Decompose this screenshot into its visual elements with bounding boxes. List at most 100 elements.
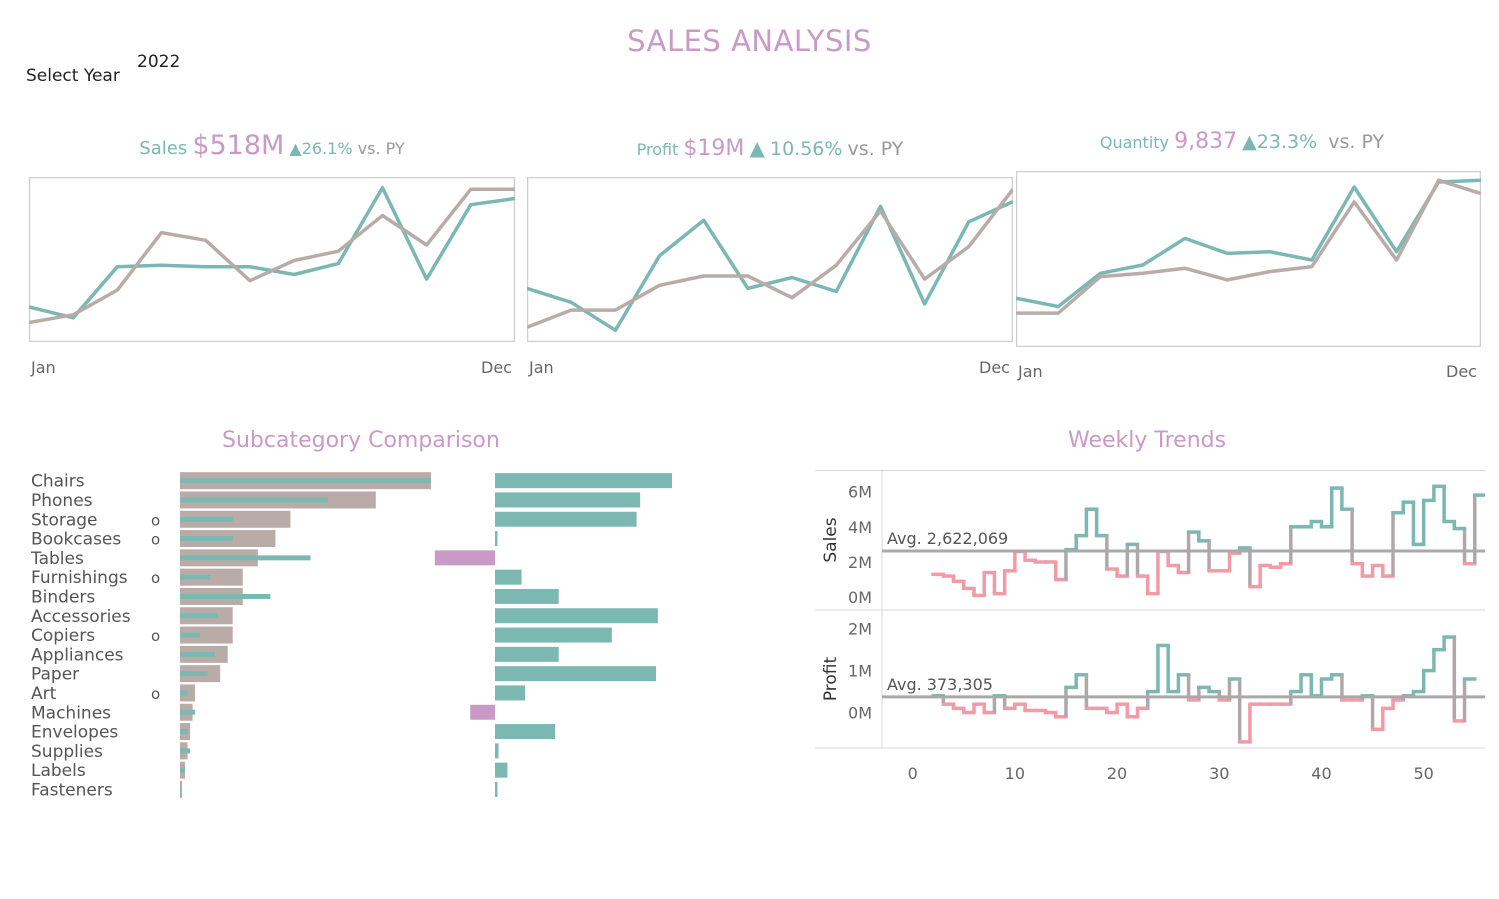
kpi-quantity-arrow-icon: ▲ — [1242, 131, 1257, 153]
profit-bar — [495, 531, 498, 547]
current-sales-bar — [180, 478, 431, 484]
subcategory-label: Bookcases — [31, 530, 121, 550]
prior-series-line — [527, 188, 1013, 329]
profit-bar — [495, 627, 612, 643]
chart-frame — [29, 177, 515, 342]
kpi-sales-change: 26.1% — [301, 139, 353, 158]
current-sales-bar — [180, 574, 211, 580]
subcategory-label: Storage — [31, 510, 98, 530]
kpi-sales-vs: vs. PY — [357, 139, 405, 158]
subcategory-label: Envelopes — [31, 723, 118, 743]
subcategory-label: Machines — [31, 703, 111, 723]
kpi-sales-value: $518M — [192, 130, 285, 161]
kpi-quantity-vs: vs. PY — [1328, 131, 1385, 153]
profit-axis-end: Dec — [979, 358, 1010, 377]
kpi-sales-arrow-icon: ▲ — [289, 139, 302, 158]
kpi-profit-label: Profit — [636, 140, 679, 159]
profit-axis-start: Jan — [529, 358, 554, 377]
sales-y-label: Sales — [821, 517, 841, 562]
sales-monthly-chart[interactable] — [29, 177, 515, 342]
quantity-monthly-chart[interactable] — [1016, 171, 1481, 347]
current-sales-bar — [180, 497, 329, 503]
profit-bar — [495, 762, 508, 778]
profit-bar — [495, 646, 559, 662]
week-x-tick: 40 — [1311, 764, 1331, 783]
sales-y-tick: 0M — [848, 588, 872, 607]
current-sales-bar — [180, 690, 188, 696]
current-sales-bar — [180, 729, 188, 735]
week-x-tick: 10 — [1005, 764, 1025, 783]
kpi-quantity: Quantity 9,837 ▲23.3% vs. PY — [970, 129, 1499, 154]
subcategory-label: Labels — [31, 761, 86, 781]
kpi-profit-vs: vs. PY — [847, 138, 904, 160]
profit-bar — [495, 666, 657, 682]
kpi-sales: Sales $518M ▲26.1% vs. PY — [0, 130, 544, 161]
sales-y-tick: 6M — [848, 483, 872, 502]
subcategory-label: Chairs — [31, 472, 85, 492]
subcategory-marker: o — [151, 685, 160, 703]
kpi-quantity-label: Quantity — [1099, 133, 1169, 152]
profit-monthly-chart[interactable] — [527, 177, 1013, 342]
subcategory-marker: o — [151, 531, 160, 549]
year-filter-label: Select Year — [26, 66, 120, 86]
profit-bar — [495, 743, 499, 759]
profit-average-label: Avg. 373,305 — [887, 675, 993, 694]
profit-y-tick: 0M — [848, 704, 872, 723]
subcategory-label: Furnishings — [31, 568, 128, 588]
current-sales-bar — [180, 516, 233, 522]
subcategory-label: Paper — [31, 665, 79, 685]
sales-axis-start: Jan — [31, 358, 56, 377]
current-sales-bar — [180, 632, 201, 638]
sales-y-tick: 2M — [848, 553, 872, 572]
subcategory-marker: o — [151, 511, 160, 529]
profit-bar — [495, 511, 637, 527]
profit-bar — [495, 724, 556, 740]
page-title: SALES ANALYSIS — [627, 24, 872, 58]
profit-bar — [495, 685, 526, 701]
quantity-axis-end: Dec — [1446, 362, 1477, 381]
year-filter-value[interactable]: 2022 — [137, 52, 180, 72]
quantity-axis-start: Jan — [1018, 362, 1043, 381]
current-sales-bar — [180, 748, 191, 754]
current-sales-bar — [180, 651, 216, 657]
subcategory-marker: o — [151, 627, 160, 645]
kpi-profit: Profit $19M ▲ 10.56% vs. PY — [498, 136, 1042, 161]
kpi-quantity-change: 23.3% — [1256, 131, 1318, 153]
profit-bar — [495, 588, 559, 604]
profit-bar — [434, 550, 495, 566]
week-x-tick: 30 — [1209, 764, 1229, 783]
current-sales-bar — [180, 555, 311, 561]
subcategory-label: Fasteners — [31, 780, 113, 800]
current-sales-bar — [180, 593, 271, 599]
kpi-quantity-value: 9,837 — [1174, 129, 1238, 154]
weekly-trends-chart[interactable]: 0M 2M 4M 6M Sales Avg. 2,622,069 0M 1M 2M Profit A… — [815, 470, 1485, 790]
subcategory-label: Art — [31, 684, 57, 704]
sales-axis-end: Dec — [481, 358, 512, 377]
current-sales-bar — [180, 613, 218, 619]
kpi-profit-value: $19M — [683, 136, 745, 161]
subcategory-label: Supplies — [31, 742, 103, 762]
chart-frame — [527, 177, 1013, 342]
sales-average-label: Avg. 2,622,069 — [887, 529, 1008, 548]
chart-frame — [1016, 171, 1481, 347]
subcategory-label: Copiers — [31, 626, 95, 646]
current-sales-bar — [180, 767, 186, 773]
current-sales-bar — [180, 786, 182, 792]
profit-bar — [495, 473, 672, 489]
profit-bar — [470, 704, 495, 720]
current-sales-bar — [180, 709, 196, 715]
kpi-profit-change: 10.56% — [769, 138, 843, 160]
subcategory-chart[interactable]: ChairsPhonesStorage o Bookcases o TablesFurn… — [20, 462, 720, 802]
profit-y-tick: 2M — [848, 620, 872, 639]
kpi-profit-arrow-icon: ▲ — [749, 136, 765, 160]
weekly-title: Weekly Trends — [1068, 428, 1227, 453]
current-sales-bar — [180, 536, 233, 542]
profit-bar — [495, 492, 641, 508]
subcategory-title: Subcategory Comparison — [222, 428, 500, 453]
subcategory-label: Appliances — [31, 645, 124, 665]
subcategory-label: Accessories — [31, 607, 131, 627]
profit-bar — [495, 781, 498, 797]
subcategory-label: Binders — [31, 587, 95, 607]
kpi-sales-label: Sales — [139, 138, 188, 159]
prior-series-line — [1016, 178, 1481, 315]
